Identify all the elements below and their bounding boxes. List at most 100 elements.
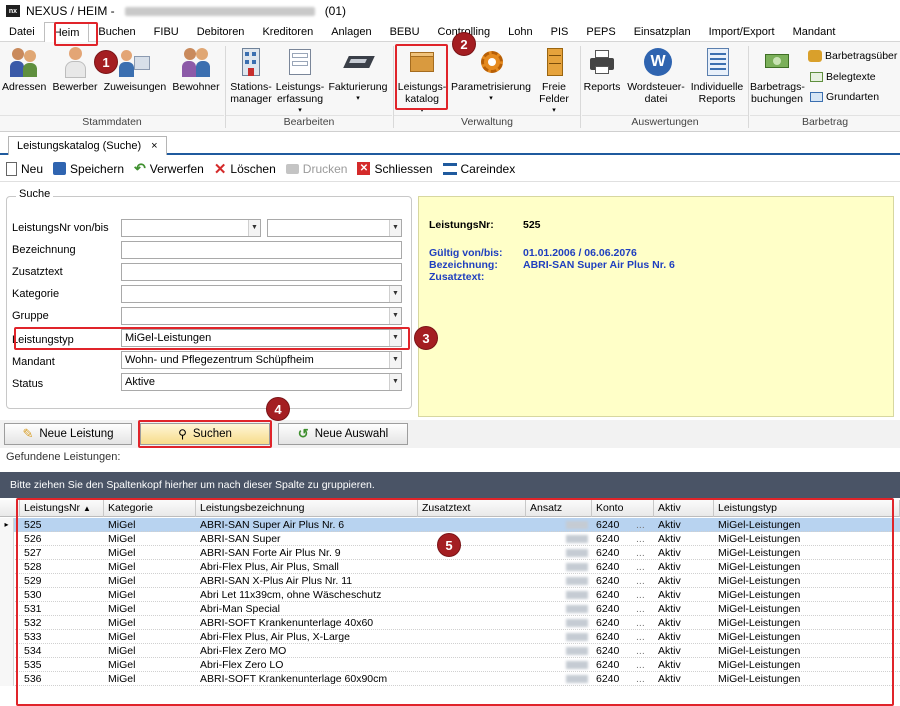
konto-ellipsis-button[interactable]: ...	[632, 532, 652, 546]
row-selector[interactable]	[0, 672, 14, 686]
ribbon-wordsteuerdatei-button[interactable]: W Wordsteuer- datei	[624, 44, 688, 114]
menu-buchen[interactable]: Buchen	[89, 22, 144, 42]
table-row[interactable]: 528 MiGel Abri-Flex Plus, Air Plus, Small 6…	[0, 560, 900, 574]
leistungstyp-select[interactable]: MiGel-Leistungen ▼	[121, 329, 402, 347]
ribbon-leistungserfassung-button[interactable]: Leistungs- erfassung ▾	[274, 44, 326, 114]
table-row[interactable]: 533 MiGel Abri-Flex Plus, Air Plus, X-Larg…	[0, 630, 900, 644]
status-select[interactable]: Aktive ▼	[121, 373, 402, 391]
neu-button[interactable]: Neu	[6, 161, 43, 176]
col-leistungstyp[interactable]: Leistungstyp	[714, 500, 900, 517]
col-leistungsnr[interactable]: LeistungsNr ▲	[20, 500, 104, 517]
row-selector[interactable]	[0, 630, 14, 644]
menu-mandant[interactable]: Mandant	[784, 22, 845, 42]
chevron-down-icon[interactable]: ▼	[389, 286, 401, 302]
drucken-button[interactable]: Drucken	[285, 162, 347, 176]
menu-heim[interactable]: Heim	[43, 21, 90, 42]
suchen-button[interactable]: ⚲ Suchen	[140, 423, 270, 445]
leistungsnr-from-select[interactable]: ▼	[121, 219, 261, 237]
leistungsnr-to-select[interactable]: ▼	[267, 219, 402, 237]
chevron-down-icon[interactable]: ▼	[389, 374, 401, 390]
kategorie-select[interactable]: ▼	[121, 285, 402, 303]
table-row[interactable]: 532 MiGel ABRI-SOFT Krankenunterlage 40x60…	[0, 616, 900, 630]
ribbon-freie-felder-button[interactable]: Freie Felder ▾	[532, 44, 576, 114]
row-selector[interactable]	[0, 644, 14, 658]
neue-leistung-button[interactable]: ✎ Neue Leistung	[4, 423, 132, 445]
verwerfen-button[interactable]: ↶ Verwerfen	[134, 160, 204, 177]
menu-debitoren[interactable]: Debitoren	[188, 22, 254, 42]
row-selector[interactable]	[0, 658, 14, 672]
chevron-down-icon[interactable]: ▼	[248, 220, 260, 236]
table-row[interactable]: 529 MiGel ABRI-SAN X-Plus Air Plus Nr. 11 6…	[0, 574, 900, 588]
col-konto[interactable]: Konto	[592, 500, 654, 517]
menu-lohn[interactable]: Lohn	[499, 22, 541, 42]
konto-ellipsis-button[interactable]: ...	[632, 588, 652, 602]
menu-datei[interactable]: Datei	[0, 22, 44, 42]
menu-kreditoren[interactable]: Kreditoren	[253, 22, 322, 42]
row-selector[interactable]	[0, 602, 14, 616]
col-ansatz[interactable]: Ansatz	[526, 500, 592, 517]
ribbon-stationsmanager-button[interactable]: Stations- manager	[228, 44, 274, 114]
row-selector[interactable]	[0, 616, 14, 630]
tab-leistungskatalog-suche[interactable]: Leistungskatalog (Suche) ×	[8, 136, 167, 155]
table-row[interactable]: ▸ 525 MiGel ABRI-SAN Super Air Plus Nr. 6 62…	[0, 518, 900, 532]
ribbon-fakturierung-button[interactable]: Fakturierung ▾	[326, 44, 390, 114]
col-leistungsbezeichnung[interactable]: Leistungsbezeichnung	[196, 500, 418, 517]
neue-auswahl-button[interactable]: ↺ Neue Auswahl	[278, 423, 408, 445]
chevron-down-icon[interactable]: ▼	[389, 352, 401, 368]
row-selector[interactable]	[0, 560, 14, 574]
ribbon-adressen-button[interactable]: Adressen	[2, 44, 46, 114]
ribbon-bewerber-button[interactable]: Bewerber	[50, 44, 100, 114]
col-aktiv[interactable]: Aktiv	[654, 500, 714, 517]
ribbon-reports-button[interactable]: Reports	[582, 44, 622, 114]
loeschen-button[interactable]: ✕ Löschen	[214, 160, 276, 178]
ribbon-individuelle-reports-button[interactable]: Individuelle Reports	[688, 44, 746, 114]
chevron-down-icon[interactable]: ▼	[389, 220, 401, 236]
schliessen-button[interactable]: ✕ Schliessen	[357, 162, 433, 176]
konto-ellipsis-button[interactable]: ...	[632, 658, 652, 672]
menu-pis[interactable]: PIS	[542, 22, 578, 42]
konto-ellipsis-button[interactable]: ...	[632, 546, 652, 560]
menu-fibu[interactable]: FIBU	[145, 22, 188, 42]
konto-ellipsis-button[interactable]: ...	[632, 602, 652, 616]
speichern-button[interactable]: Speichern	[53, 162, 124, 176]
ribbon-grundarten-button[interactable]: Grundarten	[810, 91, 879, 103]
row-selector[interactable]	[0, 574, 14, 588]
bezeichnung-input[interactable]	[121, 241, 402, 259]
table-row[interactable]: 531 MiGel Abri-Man Special 6240 Aktiv MiGel-L…	[0, 602, 900, 616]
ribbon-bewohner-button[interactable]: Bewohner	[170, 44, 222, 114]
table-row[interactable]: 536 MiGel ABRI-SOFT Krankenunterlage 60x90…	[0, 672, 900, 686]
ribbon-barbetragsueber-button[interactable]: Barbetragsüber	[808, 50, 897, 62]
ribbon-barbetragsbuchungen-button[interactable]: Barbetrags- buchungen	[750, 44, 805, 114]
konto-ellipsis-button[interactable]: ...	[632, 574, 652, 588]
konto-ellipsis-button[interactable]: ...	[632, 560, 652, 574]
ribbon-leistungskatalog-button[interactable]: Leistungs- katalog ▾	[396, 44, 448, 114]
group-by-panel[interactable]: Bitte ziehen Sie den Spaltenkopf hierher…	[0, 472, 900, 498]
ribbon-belegtexte-button[interactable]: Belegtexte	[810, 71, 876, 83]
gruppe-select[interactable]: ▼	[121, 307, 402, 325]
menu-import-export[interactable]: Import/Export	[700, 22, 784, 42]
konto-ellipsis-button[interactable]: ...	[632, 630, 652, 644]
zusatztext-input[interactable]	[121, 263, 402, 281]
row-selector[interactable]	[0, 546, 14, 560]
table-row[interactable]: 534 MiGel Abri-Flex Zero MO 6240 Aktiv MiGel-…	[0, 644, 900, 658]
col-kategorie[interactable]: Kategorie	[104, 500, 196, 517]
konto-ellipsis-button[interactable]: ...	[632, 644, 652, 658]
row-selector[interactable]	[0, 588, 14, 602]
konto-ellipsis-button[interactable]: ...	[632, 616, 652, 630]
col-zusatztext[interactable]: Zusatztext	[418, 500, 526, 517]
table-row[interactable]: 535 MiGel Abri-Flex Zero LO 6240 Aktiv MiGel-…	[0, 658, 900, 672]
menu-peps[interactable]: PEPS	[577, 22, 624, 42]
konto-ellipsis-button[interactable]: ...	[632, 518, 652, 532]
menu-anlagen[interactable]: Anlagen	[322, 22, 380, 42]
table-row[interactable]: 530 MiGel Abri Let 11x39cm, ohne Wäschesch…	[0, 588, 900, 602]
mandant-select[interactable]: Wohn- und Pflegezentrum Schüpfheim ▼	[121, 351, 402, 369]
konto-ellipsis-button[interactable]: ...	[632, 672, 652, 686]
menu-bebu[interactable]: BEBU	[381, 22, 429, 42]
chevron-down-icon[interactable]: ▼	[389, 308, 401, 324]
menu-einsatzplan[interactable]: Einsatzplan	[625, 22, 700, 42]
current-row-icon[interactable]: ▸	[0, 518, 14, 532]
careindex-button[interactable]: Careindex	[442, 162, 515, 176]
close-icon[interactable]: ×	[151, 137, 157, 155]
chevron-down-icon[interactable]: ▼	[389, 330, 401, 346]
row-selector[interactable]	[0, 532, 14, 546]
